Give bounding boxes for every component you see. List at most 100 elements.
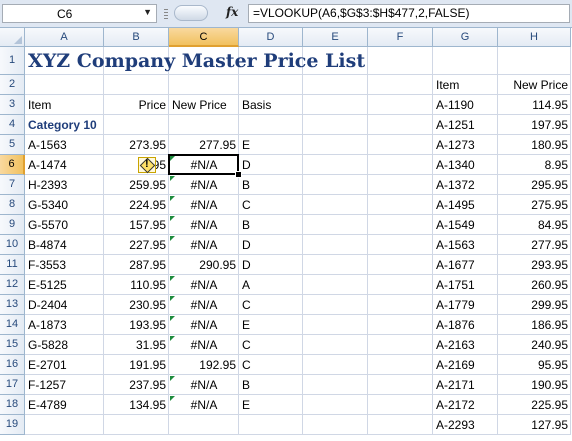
cell-basis[interactable]: D xyxy=(242,255,300,275)
resize-grip-icon[interactable] xyxy=(164,9,168,19)
row-header-12[interactable]: 12 xyxy=(0,275,25,295)
cell-basis[interactable]: D xyxy=(242,235,300,255)
lookup-item[interactable]: A-1372 xyxy=(436,175,495,195)
header-price[interactable]: Price xyxy=(107,95,166,115)
cell-basis[interactable]: C xyxy=(242,295,300,315)
row-header-14[interactable]: 14 xyxy=(0,315,25,335)
formula-input[interactable]: =VLOOKUP(A6,$G$3:$H$477,2,FALSE) xyxy=(248,4,570,23)
lookup-item[interactable]: A-1876 xyxy=(436,315,495,335)
lookup-item[interactable]: A-1751 xyxy=(436,275,495,295)
row-header-19[interactable]: 19 xyxy=(0,415,25,435)
row-header-11[interactable]: 11 xyxy=(0,255,25,275)
cell-new-price[interactable]: #N/A xyxy=(172,235,236,255)
cell-price[interactable]: 157.95 xyxy=(107,215,166,235)
row-header-18[interactable]: 18 xyxy=(0,395,25,415)
cell-basis[interactable]: D xyxy=(242,155,300,175)
cell-new-price[interactable]: #N/A xyxy=(172,395,236,415)
lookup-item[interactable]: A-2171 xyxy=(436,375,495,395)
lookup-new-price[interactable]: 295.95 xyxy=(501,175,568,195)
lookup-new-price[interactable]: 225.95 xyxy=(501,395,568,415)
cell-price[interactable]: 31.95 xyxy=(107,335,166,355)
chevron-down-icon[interactable]: ▼ xyxy=(143,7,152,17)
cell-basis[interactable]: B xyxy=(242,215,300,235)
lookup-item[interactable]: A-1495 xyxy=(436,195,495,215)
cell-price[interactable]: 230.95 xyxy=(107,295,166,315)
column-header-e[interactable]: E xyxy=(303,28,368,47)
lookup-item[interactable]: A-1340 xyxy=(436,155,495,175)
lookup-new-price[interactable]: 260.95 xyxy=(501,275,568,295)
lookup-new-price[interactable]: 240.95 xyxy=(501,335,568,355)
category-label[interactable]: Category 10 xyxy=(28,115,101,135)
cell-item[interactable]: E-2701 xyxy=(28,355,101,375)
lookup-new-price[interactable]: 180.95 xyxy=(501,135,568,155)
row-header-10[interactable]: 10 xyxy=(0,235,25,255)
cell-item[interactable]: F-3553 xyxy=(28,255,101,275)
cell-item[interactable]: G-5828 xyxy=(28,335,101,355)
lookup-item[interactable]: A-1549 xyxy=(436,215,495,235)
function-icon[interactable]: fx xyxy=(226,5,238,19)
cell-item[interactable]: G-5340 xyxy=(28,195,101,215)
header-new-price[interactable]: New Price xyxy=(172,95,236,115)
lookup-header-item[interactable]: Item xyxy=(436,75,495,95)
cell-new-price[interactable]: #N/A xyxy=(172,335,236,355)
sheet-title[interactable]: XYZ Company Master Price List xyxy=(28,47,448,75)
cell-new-price[interactable]: #N/A xyxy=(172,375,236,395)
cell-item[interactable]: A-1474 xyxy=(28,155,101,175)
cell-new-price[interactable]: 192.95 xyxy=(172,355,236,375)
cell-price[interactable]: 134.95 xyxy=(107,395,166,415)
cell-basis[interactable]: A xyxy=(242,275,300,295)
cell-new-price[interactable]: #N/A xyxy=(172,215,236,235)
cell-price[interactable]: 110.95 xyxy=(107,275,166,295)
cell-item[interactable]: E-5125 xyxy=(28,275,101,295)
row-header-7[interactable]: 7 xyxy=(0,175,25,195)
cell-price[interactable]: 191.95 xyxy=(107,355,166,375)
cell-new-price[interactable]: #N/A xyxy=(172,295,236,315)
lookup-new-price[interactable]: 95.95 xyxy=(501,355,568,375)
lookup-item[interactable]: A-2169 xyxy=(436,355,495,375)
cell-new-price[interactable]: #N/A xyxy=(172,315,236,335)
cell-price[interactable]: 227.95 xyxy=(107,235,166,255)
lookup-item[interactable]: A-1190 xyxy=(436,95,495,115)
column-header-h[interactable]: H xyxy=(498,28,571,47)
cell-new-price[interactable]: #N/A xyxy=(172,275,236,295)
lookup-new-price[interactable]: 197.95 xyxy=(501,115,568,135)
cell-basis[interactable]: E xyxy=(242,135,300,155)
cell-basis[interactable]: E xyxy=(242,315,300,335)
fill-handle[interactable] xyxy=(235,171,242,178)
lookup-new-price[interactable]: 277.95 xyxy=(501,235,568,255)
cell-item[interactable]: D-2404 xyxy=(28,295,101,315)
lookup-new-price[interactable]: 114.95 xyxy=(501,95,568,115)
lookup-item[interactable]: A-2163 xyxy=(436,335,495,355)
cell-price[interactable]: 193.95 xyxy=(107,315,166,335)
lookup-header-new-price[interactable]: New Price xyxy=(501,75,568,95)
row-header-8[interactable]: 8 xyxy=(0,195,25,215)
lookup-new-price[interactable]: 84.95 xyxy=(501,215,568,235)
cell-new-price[interactable]: #N/A xyxy=(172,175,236,195)
lookup-new-price[interactable]: 186.95 xyxy=(501,315,568,335)
cell-item[interactable]: H-2393 xyxy=(28,175,101,195)
column-header-g[interactable]: G xyxy=(433,28,498,47)
cell-item[interactable]: G-5570 xyxy=(28,215,101,235)
column-header-c[interactable]: C xyxy=(169,28,239,47)
row-header-9[interactable]: 9 xyxy=(0,215,25,235)
formula-expand-button[interactable] xyxy=(174,5,208,21)
lookup-item[interactable]: A-1677 xyxy=(436,255,495,275)
cell-new-price[interactable]: 277.95 xyxy=(172,135,236,155)
lookup-item[interactable]: A-1251 xyxy=(436,115,495,135)
cell-price[interactable]: 237.95 xyxy=(107,375,166,395)
name-box[interactable]: C6 ▼ xyxy=(2,4,157,23)
cell-item[interactable]: A-1563 xyxy=(28,135,101,155)
row-header-15[interactable]: 15 xyxy=(0,335,25,355)
header-item[interactable]: Item xyxy=(28,95,101,115)
cell-basis[interactable]: C xyxy=(242,335,300,355)
cell-price[interactable]: 259.95 xyxy=(107,175,166,195)
lookup-new-price[interactable]: 8.95 xyxy=(501,155,568,175)
cell-price[interactable]: 287.95 xyxy=(107,255,166,275)
column-header-f[interactable]: F xyxy=(368,28,433,47)
lookup-new-price[interactable]: 190.95 xyxy=(501,375,568,395)
cell-basis[interactable]: E xyxy=(242,395,300,415)
row-header-6[interactable]: 6 xyxy=(0,155,25,175)
error-warning-icon[interactable]: ! xyxy=(138,157,156,173)
row-header-16[interactable]: 16 xyxy=(0,355,25,375)
cell-price[interactable]: 224.95 xyxy=(107,195,166,215)
